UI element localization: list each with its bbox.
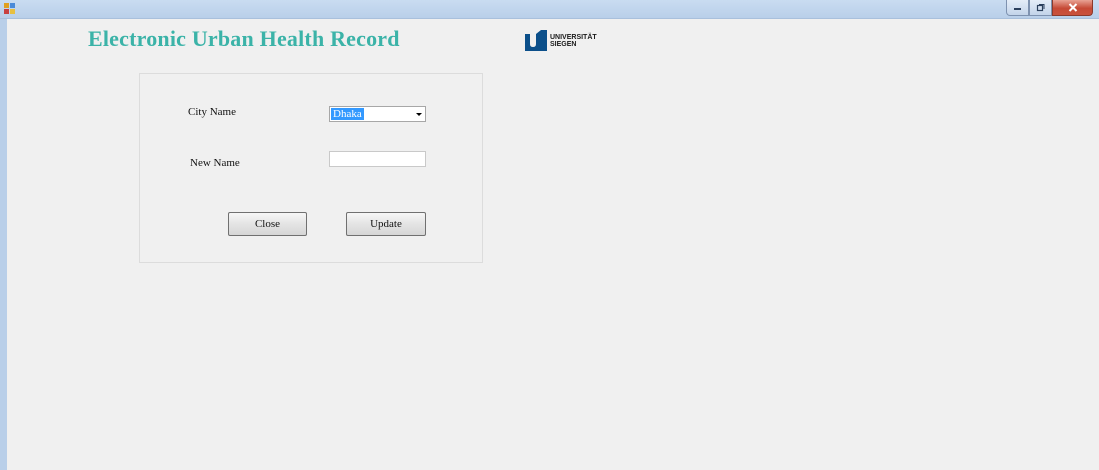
minimize-button[interactable] xyxy=(1006,0,1029,16)
window-left-border xyxy=(0,19,7,470)
app-title: Electronic Urban Health Record xyxy=(88,26,400,51)
restore-icon xyxy=(1036,4,1045,12)
new-name-input[interactable] xyxy=(329,151,426,167)
new-name-label: New Name xyxy=(190,157,240,169)
logo-line-2: SIEGEN xyxy=(550,41,577,48)
close-icon xyxy=(1068,3,1077,12)
close-button[interactable]: Close xyxy=(228,212,307,236)
university-logo-text: UNIVERSITÄT SIEGEN xyxy=(550,34,597,48)
update-button[interactable]: Update xyxy=(346,212,426,236)
minimize-icon xyxy=(1014,8,1021,10)
logo-line-1: UNIVERSITÄT xyxy=(550,34,597,41)
dropdown-arrow-icon[interactable] xyxy=(416,113,422,116)
restore-button[interactable] xyxy=(1029,0,1052,16)
close-window-button[interactable] xyxy=(1052,0,1093,16)
university-logo: UNIVERSITÄT SIEGEN xyxy=(524,30,597,52)
university-logo-icon xyxy=(525,30,547,51)
app-window-icon xyxy=(4,3,15,14)
city-name-label: City Name xyxy=(188,106,236,118)
city-name-dropdown[interactable]: Dhaka xyxy=(329,106,426,122)
window-controls xyxy=(1006,0,1093,17)
city-name-selected-value: Dhaka xyxy=(331,108,364,120)
window-titlebar[interactable] xyxy=(0,0,1099,19)
